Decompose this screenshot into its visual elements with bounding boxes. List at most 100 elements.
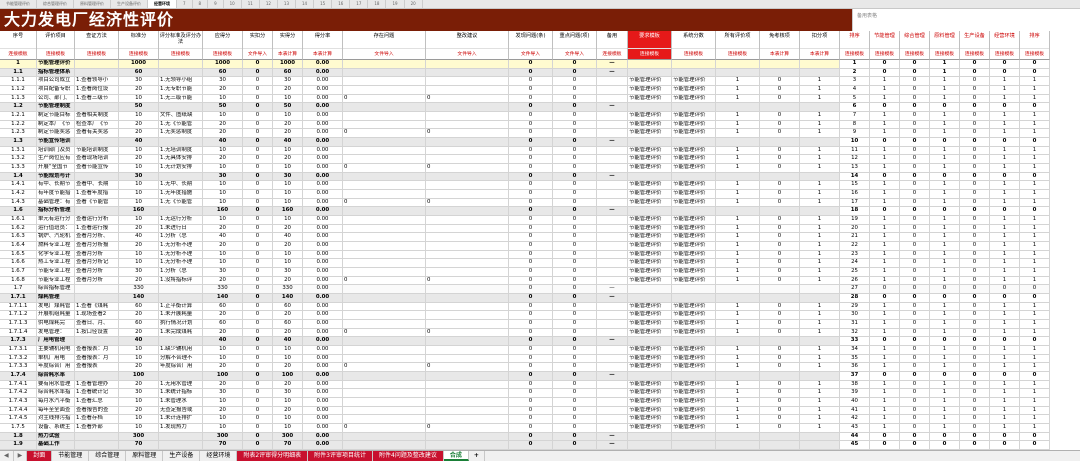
table-cell[interactable]: 1.6.3	[0, 233, 37, 242]
table-cell[interactable]: 0	[553, 441, 597, 450]
table-cell[interactable]: 1	[990, 120, 1020, 130]
table-cell[interactable]: 22	[840, 242, 870, 251]
table-cell[interactable]: 节能管理评价	[672, 233, 716, 242]
table-cell[interactable]: 1.无年度措施	[159, 190, 203, 199]
table-cell[interactable]: 1	[1020, 224, 1050, 234]
table-cell[interactable]: 1	[800, 424, 840, 433]
table-cell[interactable]	[628, 337, 672, 346]
table-cell[interactable]: 生产岗位应有	[37, 155, 75, 164]
table-cell[interactable]: 1	[930, 112, 960, 121]
table-cell[interactable]: 10	[273, 198, 303, 208]
table-cell[interactable]	[672, 172, 716, 182]
table-cell[interactable]	[597, 112, 628, 121]
table-cell[interactable]: 1	[800, 302, 840, 312]
table-cell[interactable]: 27	[840, 285, 870, 294]
table-cell[interactable]: 1	[930, 415, 960, 424]
table-cell[interactable]: 10	[119, 181, 159, 190]
table-cell[interactable]: 1.发现热力	[159, 424, 203, 433]
table-row[interactable]: 1.2 节能管理制度 50 50 0 50 0.00 0 0—6 0 0 0 0 0 0	[0, 103, 1080, 112]
column-header[interactable]: 排序 连接模板	[840, 31, 870, 60]
table-cell[interactable]: 0	[760, 346, 800, 355]
table-cell[interactable]: 1.7.4	[0, 372, 37, 381]
table-cell[interactable]: 查看报表	[75, 363, 119, 372]
table-cell[interactable]: 0	[243, 311, 273, 320]
table-cell[interactable]: 1000	[203, 60, 243, 69]
table-cell[interactable]: 1.6	[0, 207, 37, 216]
table-cell[interactable]	[75, 138, 119, 147]
table-cell[interactable]: 1	[716, 276, 760, 286]
table-cell[interactable]: 0	[960, 138, 990, 147]
column-header[interactable]: 存在问题 文件导入	[343, 31, 426, 60]
table-cell[interactable]: 1.7.1.4	[0, 328, 37, 338]
table-cell[interactable]: 0.00	[303, 380, 343, 390]
table-cell[interactable]: 0	[760, 406, 800, 416]
table-cell[interactable]	[716, 372, 760, 381]
table-cell[interactable]: 23	[840, 250, 870, 260]
table-cell[interactable]: 1	[930, 311, 960, 320]
table-cell[interactable]: 1	[870, 146, 900, 156]
table-cell[interactable]: 1	[870, 198, 900, 208]
table-cell[interactable]: 1	[716, 198, 760, 208]
table-cell[interactable]: 1	[990, 112, 1020, 121]
table-cell[interactable]: 1	[716, 181, 760, 190]
table-cell[interactable]	[597, 302, 628, 312]
table-cell[interactable]: 0	[509, 259, 553, 268]
table-cell[interactable]: 0	[509, 164, 553, 173]
table-cell[interactable]	[75, 441, 119, 450]
table-cell[interactable]: 1	[716, 77, 760, 86]
table-cell[interactable]	[343, 216, 426, 225]
table-cell[interactable]: 0	[900, 294, 930, 303]
table-cell[interactable]: 0	[870, 138, 900, 147]
table-cell[interactable]: 1.查看汇总	[75, 398, 119, 407]
table-cell[interactable]: 0	[553, 259, 597, 268]
table-cell[interactable]: 查看报表：月	[75, 346, 119, 355]
table-cell[interactable]: 42	[840, 415, 870, 424]
table-cell[interactable]: 0	[509, 190, 553, 199]
table-row[interactable]: 1.4.1 有中、长期节 查看中、长期 10 1.无中、长期 10 0 10 0.00 0 0 节能管…	[0, 181, 1080, 190]
table-cell[interactable]	[343, 415, 426, 424]
table-cell[interactable]: 0	[900, 380, 930, 390]
table-cell[interactable]: 节能管理评价	[672, 94, 716, 104]
table-cell[interactable]: 10	[273, 398, 303, 407]
table-cell[interactable]: 0	[243, 354, 273, 364]
table-cell[interactable]: 0.00	[303, 363, 343, 372]
table-cell[interactable]: 20	[119, 328, 159, 338]
table-cell[interactable]: 140	[273, 294, 303, 303]
table-cell[interactable]: 10	[273, 346, 303, 355]
table-cell[interactable]: 28	[840, 294, 870, 303]
table-cell[interactable]: 0.00	[303, 424, 343, 433]
table-cell[interactable]: 50	[203, 103, 243, 112]
table-cell[interactable]: 单机厂用电	[37, 354, 75, 364]
table-cell[interactable]: 0	[509, 311, 553, 320]
table-cell[interactable]: 0	[760, 250, 800, 260]
table-cell[interactable]	[426, 311, 509, 320]
table-cell[interactable]	[343, 120, 426, 130]
column-header[interactable]: 生产设备 连接模板	[960, 31, 990, 60]
table-cell[interactable]: 2	[840, 68, 870, 78]
table-row[interactable]: 1.3.2 生产岗位应有 查看现场培训 20 1.无具体安排 20 0 20 0.00 0 0 节能管…	[0, 155, 1080, 164]
table-cell[interactable]: 0	[553, 415, 597, 424]
table-cell[interactable]: 0	[870, 68, 900, 78]
table-cell[interactable]	[597, 311, 628, 320]
table-cell[interactable]: 0	[1020, 207, 1050, 216]
table-cell[interactable]: 0	[870, 441, 900, 450]
table-cell[interactable]: 1	[800, 363, 840, 372]
table-cell[interactable]	[426, 190, 509, 199]
table-cell[interactable]: 1	[0, 60, 37, 69]
table-cell[interactable]	[343, 146, 426, 156]
table-cell[interactable]: 1	[930, 68, 960, 78]
column-header[interactable]: 综合管理 连接模板	[900, 31, 930, 60]
table-cell[interactable]: 节能管理评价	[628, 242, 672, 251]
table-cell[interactable]: 10	[273, 250, 303, 260]
table-cell[interactable]: 330	[203, 285, 243, 294]
table-cell[interactable]: 节能管理评价	[672, 216, 716, 225]
table-row[interactable]: 1.7.1.1 发电厂煤耗管 1.查看《煤耗 60 1.正平衡计算 60 0 60 0.00 0 0…	[0, 302, 1080, 312]
table-cell[interactable]: 1	[1020, 146, 1050, 156]
table-cell[interactable]: 1	[990, 302, 1020, 312]
table-cell[interactable]: 30	[203, 268, 243, 277]
table-cell[interactable]	[597, 424, 628, 433]
table-cell[interactable]: 0	[990, 285, 1020, 294]
table-cell[interactable]: 10	[203, 181, 243, 190]
table-cell[interactable]	[426, 432, 509, 442]
table-cell[interactable]: 0	[760, 120, 800, 130]
